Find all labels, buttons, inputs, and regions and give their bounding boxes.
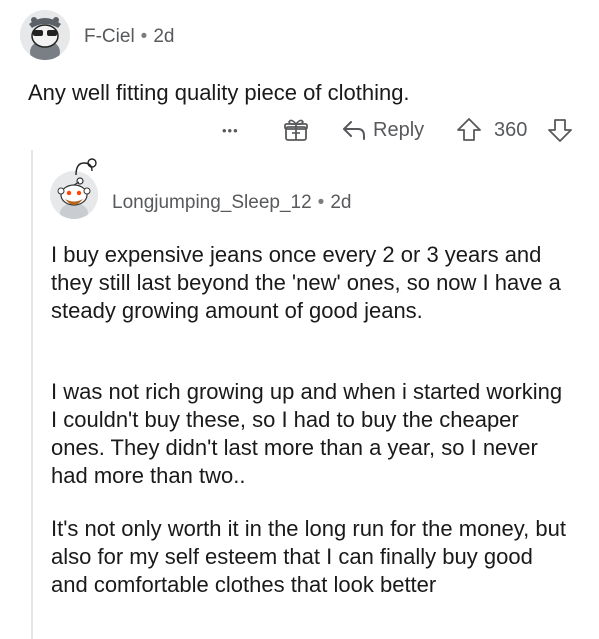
reply-age: 2d	[330, 192, 352, 213]
thread-line[interactable]	[31, 150, 33, 639]
reply-label: Reply	[373, 118, 425, 141]
award-button[interactable]	[283, 117, 309, 143]
parent-username[interactable]: F-Ciel	[84, 26, 135, 47]
parent-separator: •	[140, 26, 148, 47]
vote-score: 360	[494, 114, 527, 146]
parent-action-bar: ••• Reply 360	[0, 114, 599, 146]
snoo-avatar-icon	[20, 10, 70, 60]
upvote-button[interactable]	[456, 117, 482, 143]
reply-paragraph: I buy expensive jeans once every 2 or 3 …	[51, 242, 561, 323]
parent-avatar[interactable]	[20, 10, 70, 60]
reply-arrow-icon	[343, 121, 365, 140]
reply-meta: Longjumping_Sleep_12 • 2d	[112, 192, 351, 214]
reply-separator: •	[317, 192, 325, 213]
more-options-button[interactable]: •••	[222, 114, 239, 146]
reply-username[interactable]: Longjumping_Sleep_12	[112, 192, 312, 213]
downvote-button[interactable]	[547, 117, 573, 143]
reply-paragraph: It's not only worth it in the long run f…	[51, 516, 566, 597]
score-value: 360	[494, 118, 528, 141]
flair-decoration-icon	[75, 158, 97, 176]
award-icon	[284, 119, 308, 141]
upvote-icon	[457, 118, 481, 141]
more-options-icon: •••	[222, 122, 239, 138]
reply-button[interactable]: Reply	[341, 114, 424, 146]
parent-comment-text: Any well fitting quality piece of clothi…	[28, 80, 410, 105]
reply-paragraph: I was not rich growing up and when i sta…	[51, 379, 563, 488]
downvote-icon	[548, 119, 572, 142]
parent-meta: F-Ciel • 2d	[84, 26, 174, 48]
parent-age: 2d	[153, 26, 175, 47]
